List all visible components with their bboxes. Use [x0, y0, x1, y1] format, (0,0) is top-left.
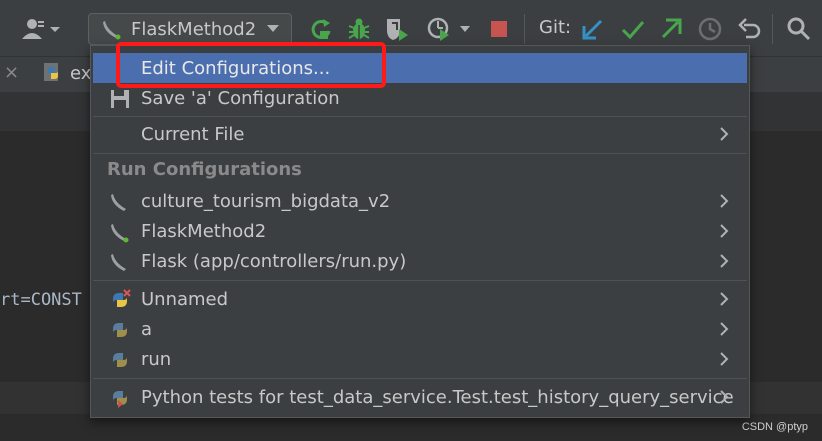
menu-item-label: Unnamed	[141, 288, 229, 310]
chevron-right-icon	[720, 254, 729, 268]
chevron-right-icon	[720, 292, 729, 306]
editor-tab-label: ex	[70, 62, 92, 84]
user-menu-button[interactable]	[20, 14, 62, 44]
flask-horn-active-icon	[111, 224, 129, 243]
stop-icon[interactable]	[486, 16, 512, 42]
menu-item-label: Python tests for test_data_service.Test.…	[141, 386, 734, 408]
menu-item-label: a	[141, 318, 153, 340]
rerun-icon[interactable]	[308, 16, 334, 42]
profile-run-icon[interactable]	[426, 16, 472, 42]
chevron-right-icon	[720, 390, 729, 404]
save-icon	[111, 90, 129, 108]
python-error-icon	[113, 289, 131, 307]
git-label: Git:	[539, 17, 572, 38]
watermark: CSDN @ptyp	[741, 421, 808, 433]
chevron-right-icon	[720, 127, 729, 141]
search-icon[interactable]	[786, 16, 812, 42]
git-history-icon[interactable]	[697, 16, 723, 42]
menu-item-label: Current File	[141, 123, 245, 145]
code-line: rt=CONST	[0, 290, 82, 310]
section-header-run-configurations: Run Configurations	[107, 159, 302, 180]
toolbar-separator	[524, 14, 525, 44]
menu-item-label: run	[141, 348, 172, 370]
menu-item-run-config[interactable]: run	[93, 344, 747, 374]
editor-bottom-area	[0, 414, 822, 441]
git-update-icon[interactable]	[580, 16, 606, 42]
rollback-icon[interactable]	[736, 16, 762, 42]
run-configuration-selector[interactable]: FlaskMethod2	[88, 13, 292, 45]
menu-item-test-config[interactable]: Python tests for test_data_service.Test.…	[93, 382, 747, 412]
python-icon	[113, 353, 127, 367]
chevron-right-icon	[720, 224, 729, 238]
flask-horn-icon	[103, 21, 121, 40]
debug-icon[interactable]	[346, 16, 372, 42]
python-file-icon	[44, 63, 58, 81]
menu-item-label: FlaskMethod2	[141, 220, 267, 242]
run-configuration-popup: Edit Configurations... Save 'a' Configur…	[90, 45, 750, 418]
menu-item-run-config[interactable]: culture_tourism_bigdata_v2	[93, 186, 747, 216]
user-icon	[22, 19, 60, 39]
close-tab-icon[interactable]: ×	[4, 62, 19, 83]
menu-item-run-config[interactable]: Flask (app/controllers/run.py)	[93, 246, 747, 276]
flask-horn-icon	[111, 254, 126, 271]
menu-separator	[93, 280, 747, 281]
chevron-down-icon	[267, 25, 279, 32]
menu-separator	[93, 153, 747, 154]
git-push-icon[interactable]	[658, 16, 684, 42]
python-test-icon	[113, 391, 127, 408]
editor-tab[interactable]: ex	[42, 62, 91, 84]
menu-item-run-config[interactable]: a	[93, 314, 747, 344]
flask-horn-icon	[111, 194, 126, 211]
menu-item-run-config[interactable]: FlaskMethod2	[93, 216, 747, 246]
chevron-down-icon	[50, 27, 60, 32]
chevron-right-icon	[720, 194, 729, 208]
menu-item-run-config[interactable]: Unnamed	[93, 284, 747, 314]
highlight-annotation-box	[116, 42, 386, 88]
menu-separator	[93, 378, 747, 379]
toolbar-separator	[772, 14, 773, 44]
menu-item-label: culture_tourism_bigdata_v2	[141, 190, 391, 212]
chevron-right-icon	[720, 322, 729, 336]
run-with-coverage-icon[interactable]	[384, 16, 410, 42]
menu-item-label: Save 'a' Configuration	[141, 87, 340, 109]
git-commit-icon[interactable]	[620, 16, 646, 42]
run-config-label: FlaskMethod2	[131, 18, 257, 40]
menu-separator	[93, 116, 747, 117]
chevron-right-icon	[720, 352, 729, 366]
menu-item-label: Flask (app/controllers/run.py)	[141, 250, 407, 272]
python-icon	[113, 323, 127, 337]
menu-item-current-file[interactable]: Current File	[93, 119, 747, 149]
